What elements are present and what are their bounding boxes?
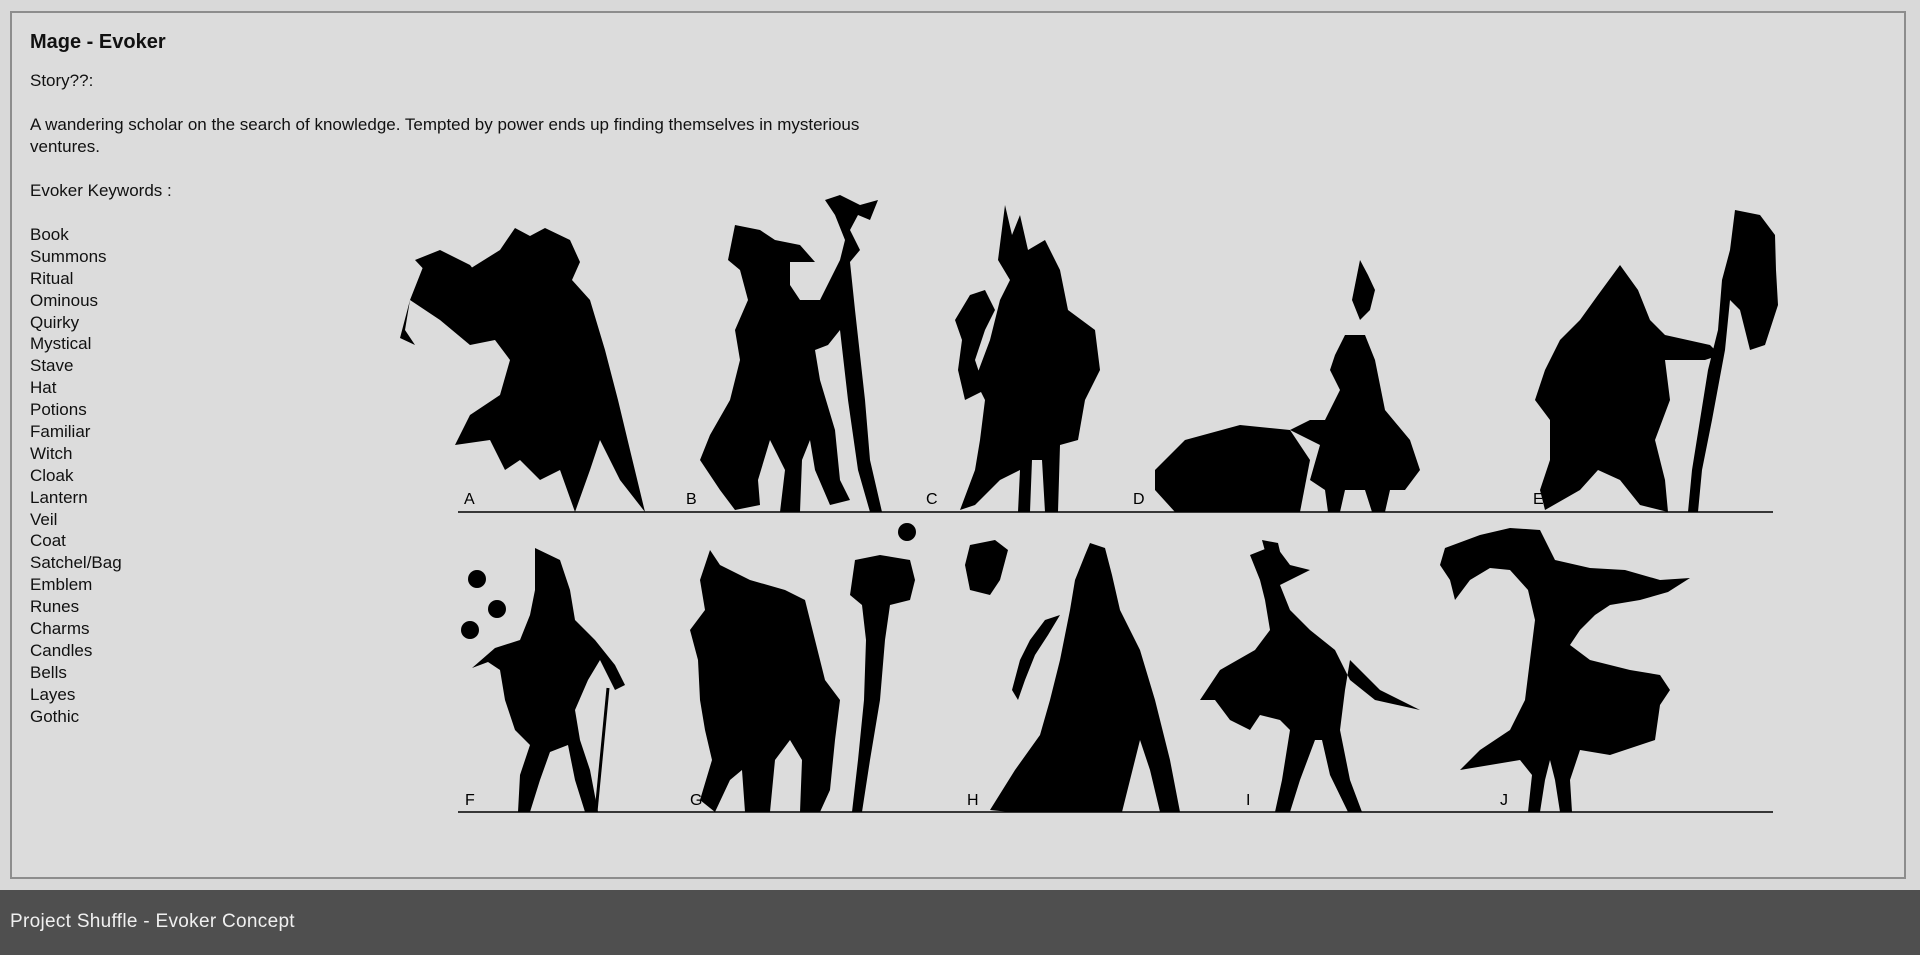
footer-bar: Project Shuffle - Evoker Concept — [0, 890, 1920, 955]
keywords-label: Evoker Keywords : — [30, 181, 172, 200]
keyword-item: Familiar — [30, 422, 91, 442]
keywords-list: Book Summons Ritual Ominous Quirky Mysti… — [30, 224, 910, 727]
keyword-item: Bells — [30, 662, 67, 682]
keyword-item: Ritual — [30, 268, 74, 288]
keyword-item: Witch — [30, 443, 73, 463]
story-text: A wandering scholar on the search of kno… — [30, 115, 860, 156]
keyword-item: Mystical — [30, 334, 92, 354]
keyword-item: Charms — [30, 619, 90, 639]
keyword-item: Book — [30, 225, 69, 244]
sheet-title: Mage - Evoker — [30, 31, 166, 53]
keyword-item: Veil — [30, 509, 58, 529]
keyword-item: Lantern — [30, 487, 88, 507]
keyword-item: Hat — [30, 378, 57, 398]
keyword-item: Quirky — [30, 312, 80, 332]
keyword-item: Potions — [30, 400, 87, 420]
keyword-item: Coat — [30, 531, 66, 551]
keyword-item: Runes — [30, 597, 80, 617]
description-panel: Mage - Evoker Story??: A wandering schol… — [30, 28, 910, 727]
keyword-item: Emblem — [30, 575, 93, 595]
keyword-item: Summons — [30, 246, 107, 266]
keyword-item: Gothic — [30, 706, 80, 726]
keyword-item: Candles — [30, 640, 93, 660]
keyword-item: Ominous — [30, 290, 99, 310]
keyword-item: Stave — [30, 356, 74, 376]
keyword-item: Cloak — [30, 465, 74, 485]
keyword-item: Satchel/Bag — [30, 553, 122, 573]
keyword-item: Layes — [30, 684, 76, 704]
footer-caption: Project Shuffle - Evoker Concept — [10, 911, 295, 932]
story-label: Story??: — [30, 71, 94, 90]
